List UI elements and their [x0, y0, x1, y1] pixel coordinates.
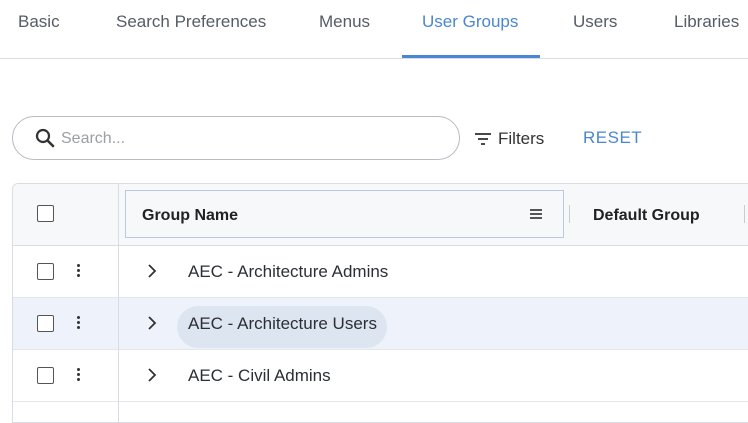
- row-actions-icon[interactable]: [77, 264, 81, 278]
- search-box: [12, 116, 460, 160]
- group-name-cell: AEC - Architecture Admins: [188, 262, 389, 281]
- select-all-checkbox[interactable]: [37, 205, 54, 222]
- chevron-right-icon[interactable]: [147, 316, 157, 330]
- grid-header: Group Name Default Group: [13, 184, 748, 246]
- column-resize-handle[interactable]: [744, 205, 745, 223]
- tab-bar: Basic Search Preferences Menus User Grou…: [0, 0, 748, 59]
- filters-button[interactable]: Filters: [474, 128, 544, 150]
- filter-icon: [475, 133, 491, 145]
- row-actions-icon[interactable]: [77, 368, 81, 382]
- group-name-cell: AEC - Civil Admins: [188, 366, 331, 385]
- row-checkbox[interactable]: [37, 263, 54, 280]
- column-resize-handle[interactable]: [569, 205, 570, 223]
- filters-label: Filters: [498, 129, 545, 148]
- column-header-default-group[interactable]: Default Group: [593, 207, 700, 225]
- table-row[interactable]: AEC - Architecture Users: [13, 298, 748, 350]
- search-input[interactable]: [59, 125, 443, 153]
- user-groups-grid: Group Name Default Group AEC - Architect…: [12, 183, 748, 423]
- search-icon: [35, 128, 55, 148]
- tab-search-preferences[interactable]: Search Preferences: [116, 12, 266, 32]
- table-row[interactable]: AEC - Architecture Admins: [13, 246, 748, 298]
- tab-users[interactable]: Users: [573, 12, 617, 32]
- table-row[interactable]: AEC - Civil Admins: [13, 350, 748, 402]
- row-actions-icon[interactable]: [77, 316, 81, 330]
- column-divider: [118, 184, 119, 422]
- reset-button[interactable]: RESET: [583, 128, 642, 148]
- chevron-right-icon[interactable]: [147, 368, 157, 382]
- chevron-right-icon[interactable]: [147, 264, 157, 278]
- tab-libraries[interactable]: Libraries: [674, 12, 739, 32]
- row-checkbox[interactable]: [37, 315, 54, 332]
- group-name-cell: AEC - Architecture Users: [188, 314, 377, 333]
- tab-basic[interactable]: Basic: [18, 12, 60, 32]
- row-checkbox[interactable]: [37, 367, 54, 384]
- tab-menus[interactable]: Menus: [319, 12, 370, 32]
- column-header-group-name-label: Group Name: [142, 207, 239, 224]
- active-tab-indicator: [402, 55, 540, 58]
- column-menu-icon[interactable]: [530, 209, 542, 219]
- tab-user-groups[interactable]: User Groups: [422, 12, 518, 32]
